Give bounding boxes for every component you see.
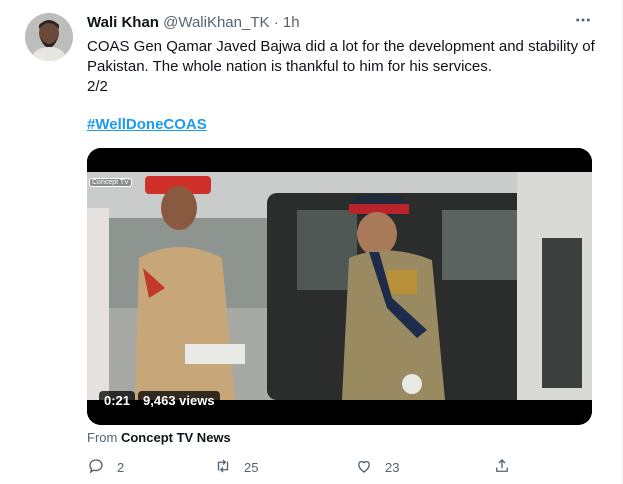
tweet-thread-count: 2/2 <box>87 78 108 95</box>
tweet-text: COAS Gen Qamar Javed Bajwa did a lot for… <box>87 37 607 97</box>
retweet-button[interactable]: 25 <box>214 457 258 478</box>
video-frame <box>87 148 592 425</box>
tweet-timestamp[interactable]: 1h <box>283 14 300 31</box>
source-link[interactable]: Concept TV News <box>121 430 231 445</box>
like-count: 23 <box>385 460 400 475</box>
more-icon <box>574 11 592 34</box>
author-name[interactable]: Wali Khan <box>87 14 159 31</box>
reply-icon <box>87 457 105 478</box>
like-icon <box>355 457 373 478</box>
video-meta: 0:21 9,463 views <box>99 391 220 410</box>
retweet-count: 25 <box>244 460 259 475</box>
video-views: 9,463 views <box>138 391 220 410</box>
share-icon <box>493 457 511 478</box>
retweet-icon <box>214 457 232 478</box>
reply-button[interactable]: 2 <box>87 457 124 478</box>
separator-dot: · <box>273 14 279 31</box>
action-bar: 2 25 23 <box>87 457 517 479</box>
hashtag-link[interactable]: #WellDoneCOAS <box>87 116 207 133</box>
author-handle[interactable]: @WaliKhan_TK <box>163 14 269 31</box>
avatar[interactable] <box>25 13 73 61</box>
video-source: From Concept TV News <box>87 430 231 445</box>
source-prefix: From <box>87 430 118 445</box>
video-player[interactable]: Concept TV 0:21 9,463 views <box>87 148 592 425</box>
like-button[interactable]: 23 <box>355 457 399 478</box>
video-watermark: Concept TV <box>89 178 132 187</box>
tweet-card[interactable]: Wali Khan @WaliKhan_TK · 1h COAS Gen Qam… <box>0 0 623 484</box>
video-duration: 0:21 <box>99 391 136 410</box>
more-button[interactable] <box>573 12 593 32</box>
tweet-text-line: COAS Gen Qamar Javed Bajwa did a lot for… <box>87 38 595 75</box>
reply-count: 2 <box>117 460 125 475</box>
tweet-header: Wali Khan @WaliKhan_TK · 1h <box>87 14 300 31</box>
share-button[interactable] <box>493 457 511 478</box>
